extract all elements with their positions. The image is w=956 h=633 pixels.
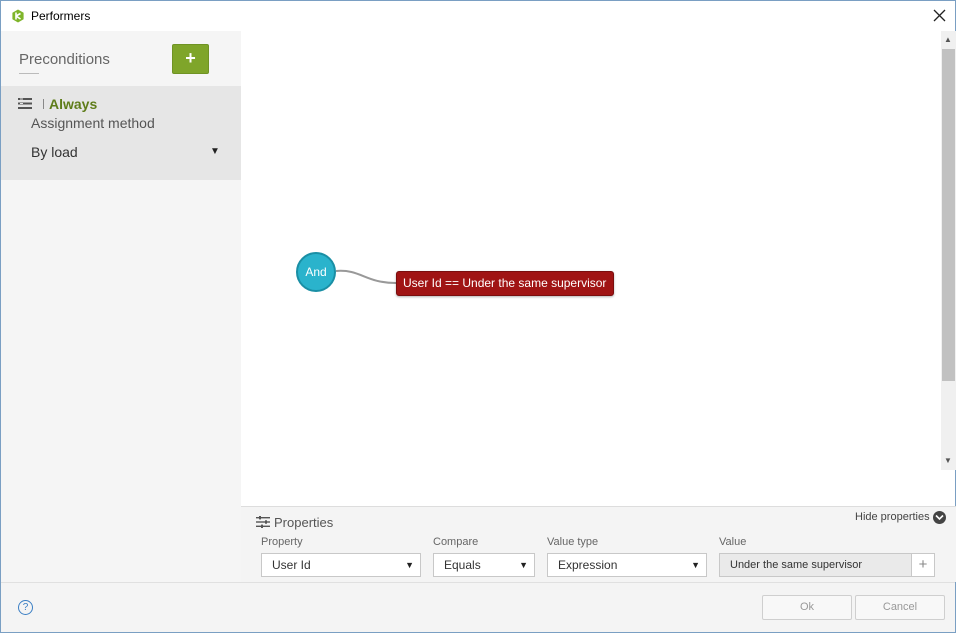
scroll-thumb[interactable]	[942, 49, 955, 381]
scroll-up-icon[interactable]: ▲	[944, 35, 952, 44]
separator	[43, 99, 44, 109]
properties-panel: Properties Hide properties Property User…	[241, 506, 956, 582]
close-button[interactable]	[927, 3, 953, 29]
property-select[interactable]: User Id ▼	[261, 553, 421, 577]
value-label: Value	[719, 536, 747, 548]
add-value-button[interactable]: +	[911, 554, 934, 576]
property-value: User Id	[272, 558, 311, 572]
value-type-label: Value type	[547, 536, 599, 548]
vertical-scrollbar[interactable]: ▲ ▼	[941, 31, 956, 470]
dropdown-arrow-icon: ▼	[405, 560, 414, 570]
property-label: Property	[261, 536, 303, 548]
chevron-down-icon[interactable]	[933, 511, 946, 524]
properties-title: Properties	[274, 515, 334, 530]
scroll-down-icon[interactable]: ▼	[944, 456, 952, 465]
value-input[interactable]: Under the same supervisor	[719, 553, 935, 577]
close-icon	[933, 9, 946, 22]
sliders-icon	[256, 516, 270, 528]
ok-button[interactable]: Ok	[762, 595, 852, 620]
compare-select[interactable]: Equals ▼	[433, 553, 535, 577]
node-connector	[335, 269, 397, 284]
preconditions-sidebar: Preconditions + Always Assignment method…	[1, 31, 241, 582]
assignment-method-label: Assignment method	[31, 115, 155, 131]
dropdown-arrow-icon: ▼	[691, 560, 700, 570]
add-precondition-button[interactable]: +	[172, 44, 209, 74]
precondition-name[interactable]: Always	[49, 96, 97, 112]
cancel-button[interactable]: Cancel	[855, 595, 945, 620]
assignment-method-value: By load	[31, 144, 78, 160]
window-title: Performers	[31, 9, 91, 23]
app-logo-icon	[12, 9, 24, 23]
dropdown-arrow-icon: ▼	[519, 560, 528, 570]
list-icon	[18, 98, 32, 109]
compare-value: Equals	[444, 558, 481, 572]
value-text: Under the same supervisor	[730, 559, 863, 571]
dropdown-arrow-icon[interactable]: ▼	[210, 146, 220, 157]
title-underline	[19, 73, 39, 74]
value-type-select[interactable]: Expression ▼	[547, 553, 707, 577]
help-icon[interactable]: ?	[18, 600, 33, 615]
performers-dialog: Performers Preconditions + Always Assign…	[0, 0, 956, 633]
preconditions-title: Preconditions	[19, 51, 110, 68]
assignment-method-select[interactable]: By load	[31, 144, 223, 162]
value-type-value: Expression	[558, 558, 618, 572]
title-bar: Performers	[1, 1, 955, 31]
compare-label: Compare	[433, 536, 479, 548]
and-node[interactable]: And	[296, 252, 336, 292]
condition-node[interactable]: User Id == Under the same supervisor	[396, 271, 614, 296]
dialog-footer: ? Ok Cancel	[1, 582, 955, 632]
hide-properties-link[interactable]: Hide properties	[855, 511, 930, 523]
precondition-item-always[interactable]: Always Assignment method By load ▼	[1, 86, 241, 180]
